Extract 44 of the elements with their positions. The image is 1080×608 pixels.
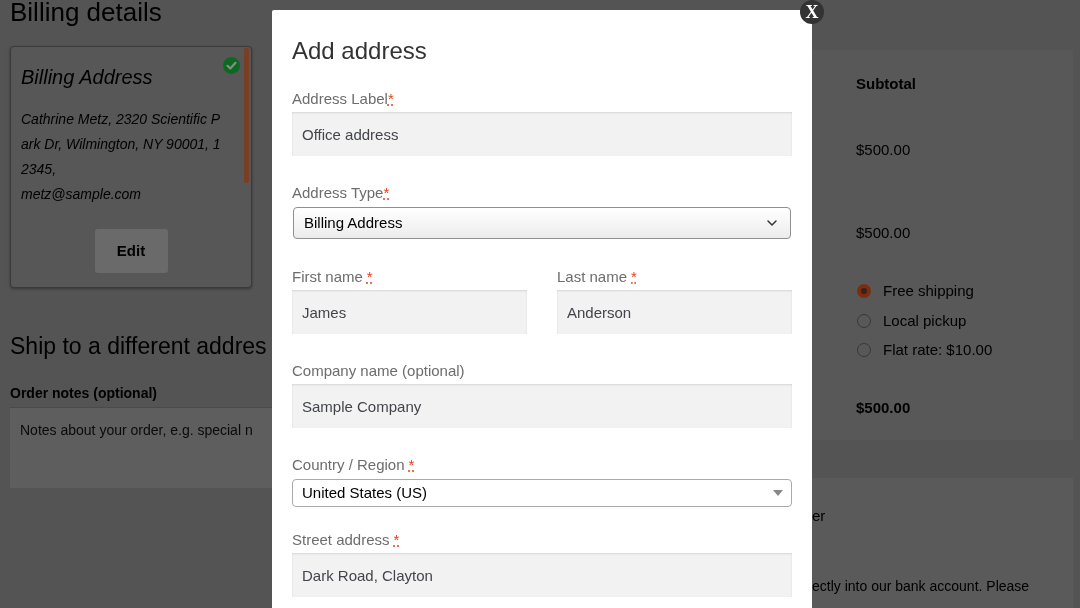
field-label: Street address xyxy=(292,530,390,550)
text-input[interactable]: James xyxy=(292,290,527,334)
required-mark: * xyxy=(392,530,400,550)
close-button[interactable]: X xyxy=(800,0,824,24)
edit-button[interactable]: Edit xyxy=(94,229,168,273)
text-input[interactable]: Sample Company xyxy=(292,384,792,428)
required-mark: * xyxy=(383,183,390,203)
email-text: metz@sample.com xyxy=(21,185,142,204)
field-label: Country / Region xyxy=(292,455,405,475)
radio-label: Local pickup xyxy=(883,310,967,331)
payment-description: ectly into our bank account. Please xyxy=(812,577,1030,596)
field-label: Order notes (optional) xyxy=(10,384,157,403)
card-title: Billing Address xyxy=(21,65,153,90)
dropdown[interactable]: United States (US) xyxy=(292,479,792,507)
caret-icon xyxy=(773,490,783,496)
field-label: Last name xyxy=(557,267,628,287)
notes-textarea[interactable]: Notes about your order, e.g. special n xyxy=(10,407,272,488)
text-input[interactable]: Office address xyxy=(292,112,792,156)
text-input[interactable]: Anderson xyxy=(557,290,792,334)
radio-button[interactable] xyxy=(857,313,871,328)
field-label: Company name (optional) xyxy=(292,361,465,381)
field-label: Address Type xyxy=(292,183,384,203)
radio-button[interactable] xyxy=(857,284,871,298)
text-input[interactable]: Dark Road, Clayton xyxy=(292,553,792,597)
section-heading: Billing details xyxy=(10,0,162,27)
total-text: $500.00 xyxy=(856,398,911,418)
column-header: Subtotal xyxy=(856,74,916,94)
radio-button[interactable] xyxy=(857,343,871,357)
radio-label: Flat rate: $10.00 xyxy=(883,340,993,360)
section-heading: Ship to a different addres xyxy=(10,332,267,361)
radio-label: Free shipping xyxy=(883,281,974,301)
dropdown[interactable]: Billing Address xyxy=(293,207,791,239)
scrollbar[interactable] xyxy=(244,47,249,183)
modal-title: Add address xyxy=(292,36,427,66)
payment-method-text: er xyxy=(812,506,826,526)
required-mark: * xyxy=(630,267,637,287)
price-text: $500.00 xyxy=(856,140,911,160)
field-label: First name xyxy=(292,267,363,287)
required-mark: * xyxy=(365,267,373,287)
field-label: Address Label xyxy=(292,89,388,109)
required-mark: * xyxy=(407,455,415,475)
price-text: $500.00 xyxy=(856,223,911,243)
required-mark: * xyxy=(387,89,394,109)
address-card[interactable]: Billing Address Cathrine Metz, 2320 Scientific Park Dr, Wilmington, NY 90001, 12345, metz@sample.com Edit xyxy=(10,46,252,288)
